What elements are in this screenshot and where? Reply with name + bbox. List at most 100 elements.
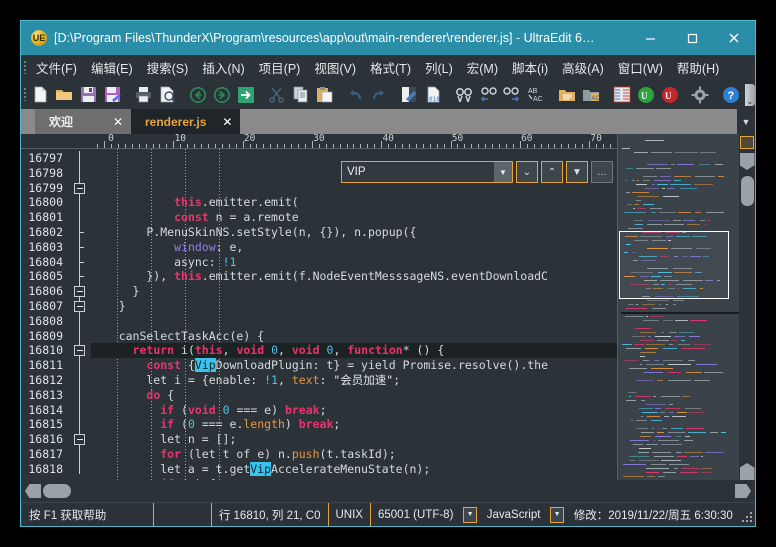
fold-toggle[interactable] — [74, 286, 85, 297]
ue-green-icon[interactable]: U — [635, 83, 657, 107]
code-line[interactable] — [91, 314, 617, 329]
ue-red-icon[interactable]: U — [659, 83, 681, 107]
code-line[interactable]: } — [91, 299, 617, 314]
replace-icon[interactable]: ABAC — [525, 83, 547, 107]
gear-icon[interactable] — [689, 83, 711, 107]
status-line-ending[interactable]: UNIX — [329, 503, 371, 526]
find-prev-button[interactable]: ⌃ — [541, 161, 563, 183]
code-minimap[interactable] — [617, 134, 739, 480]
code-line[interactable]: let a = t.getVipAccelerateMenuState(n); — [91, 462, 617, 477]
code-line[interactable]: return i(this, void 0, void 0, function*… — [91, 343, 617, 358]
hex-file-icon[interactable]: 010 — [423, 83, 445, 107]
find-filter-button[interactable]: ▼ — [566, 161, 588, 183]
print-icon[interactable] — [132, 83, 154, 107]
compare-icon[interactable] — [611, 83, 633, 107]
find-next-icon[interactable] — [501, 83, 523, 107]
menu-file[interactable]: 文件(F) — [29, 56, 84, 79]
menu-window[interactable]: 窗口(W) — [611, 56, 670, 79]
menu-edit[interactable]: 编辑(E) — [84, 56, 140, 79]
menu-drag-grip[interactable] — [21, 55, 29, 80]
menu-search[interactable]: 搜索(S) — [140, 56, 196, 79]
code-fold-gutter[interactable] — [69, 149, 91, 480]
minimize-button[interactable] — [629, 21, 671, 55]
find-prev-icon[interactable] — [477, 83, 499, 107]
code-line[interactable]: for (let t of e) n.push(t.taskId); — [91, 447, 617, 462]
menu-help[interactable]: 帮助(H) — [670, 56, 726, 79]
resize-grip[interactable] — [740, 510, 753, 524]
status-encoding[interactable]: 65001 (UTF-8) — [371, 503, 460, 526]
tab-renderer-js[interactable]: renderer.js ✕ — [131, 109, 240, 134]
print-preview-icon[interactable] — [156, 83, 178, 107]
scroll-right-button[interactable] — [735, 484, 751, 498]
code-line[interactable]: canSelectTaskAcc(e) { — [91, 329, 617, 344]
tab-welcome[interactable]: 欢迎 ✕ — [35, 109, 131, 134]
code-line[interactable]: this.emitter.emit( — [91, 195, 617, 210]
code-line[interactable]: const {VipDownloadPlugin: t} = yield Pro… — [91, 358, 617, 373]
undo-icon[interactable] — [344, 83, 366, 107]
code-line[interactable]: if (a) { — [91, 477, 617, 480]
code-line[interactable]: }), this.emitter.emit(f.NodeEventMesssag… — [91, 269, 617, 284]
tab-welcome-close-icon[interactable]: ✕ — [113, 115, 123, 129]
find-next-button[interactable]: ⌄ — [516, 161, 538, 183]
menu-advanced[interactable]: 高级(A) — [555, 56, 611, 79]
open-folder-search-icon[interactable] — [556, 83, 578, 107]
status-language-dropdown-icon[interactable]: ▼ — [550, 507, 563, 523]
status-language[interactable]: JavaScript — [480, 503, 548, 526]
fold-toggle[interactable] — [74, 434, 85, 445]
fold-toggle[interactable] — [74, 345, 85, 356]
chevron-down-icon[interactable]: ▼ — [737, 109, 755, 134]
find-history-dropdown-icon[interactable]: ▼ — [494, 162, 512, 182]
horizontal-scrollbar[interactable] — [21, 480, 755, 502]
tab-renderer-js-close-icon[interactable]: ✕ — [222, 115, 232, 129]
menu-project[interactable]: 项目(P) — [252, 56, 308, 79]
open-folder-icon[interactable] — [53, 83, 75, 107]
save-icon[interactable] — [78, 83, 100, 107]
folder-replace-icon[interactable]: AC — [580, 83, 602, 107]
fold-toggle[interactable] — [74, 301, 85, 312]
scroll-left-button[interactable] — [25, 484, 41, 498]
cut-icon[interactable] — [265, 83, 287, 107]
status-encoding-dropdown-icon[interactable]: ▼ — [463, 507, 476, 523]
status-caret-position[interactable]: 行 16810, 列 21, C0 — [212, 503, 329, 526]
minimap-viewport[interactable] — [619, 231, 729, 299]
maximize-button[interactable] — [671, 21, 713, 55]
back-icon[interactable] — [187, 83, 209, 107]
scroll-up-button[interactable] — [740, 153, 755, 170]
code-line[interactable]: let i = {enable: !1, text: "会员加速"; — [91, 373, 617, 388]
horizontal-scroll-thumb[interactable] — [43, 484, 71, 498]
code-text[interactable]: this.emitter.emit( const n = a.remote P.… — [91, 149, 617, 480]
find-icon[interactable] — [453, 83, 475, 107]
scroll-down-button[interactable] — [740, 463, 755, 480]
code-line[interactable]: const n = a.remote — [91, 210, 617, 225]
code-line[interactable]: let n = []; — [91, 432, 617, 447]
code-view[interactable]: 1679716798167991680016801168021680316804… — [21, 149, 617, 480]
vertical-scrollbar[interactable] — [739, 134, 755, 480]
code-line[interactable]: if (0 === e.length) break; — [91, 417, 617, 432]
forward-icon[interactable] — [211, 83, 233, 107]
new-file-icon[interactable] — [29, 83, 51, 107]
menu-macro[interactable]: 宏(M) — [460, 56, 505, 79]
code-line[interactable]: } — [91, 284, 617, 299]
paste-icon[interactable] — [314, 83, 336, 107]
code-line[interactable]: do { — [91, 388, 617, 403]
menu-format[interactable]: 格式(T) — [363, 56, 418, 79]
menu-insert[interactable]: 插入(N) — [195, 56, 251, 79]
close-button[interactable] — [713, 21, 755, 55]
find-input[interactable]: VIP ▼ — [341, 161, 513, 183]
redo-icon[interactable] — [368, 83, 390, 107]
find-more-button[interactable]: … — [591, 161, 613, 183]
toolbar-overflow-button[interactable]: ⌄ — [745, 84, 755, 106]
help-icon[interactable]: ? — [720, 83, 742, 107]
code-line[interactable]: window: e, — [91, 240, 617, 255]
edit-toggle-icon[interactable] — [399, 83, 421, 107]
menu-view[interactable]: 视图(V) — [307, 56, 363, 79]
code-line[interactable]: async: !1 — [91, 255, 617, 270]
menu-script[interactable]: 脚本(i) — [505, 56, 555, 79]
save-as-icon[interactable] — [102, 83, 124, 107]
code-line[interactable]: P.MenuSkinNS.setStyle(n, {}), n.popup({ — [91, 225, 617, 240]
goto-icon[interactable] — [235, 83, 257, 107]
fold-toggle[interactable] — [74, 183, 85, 194]
vertical-scroll-thumb[interactable] — [741, 176, 754, 206]
copy-icon[interactable] — [289, 83, 311, 107]
code-line[interactable]: if (void 0 === e) break; — [91, 403, 617, 418]
